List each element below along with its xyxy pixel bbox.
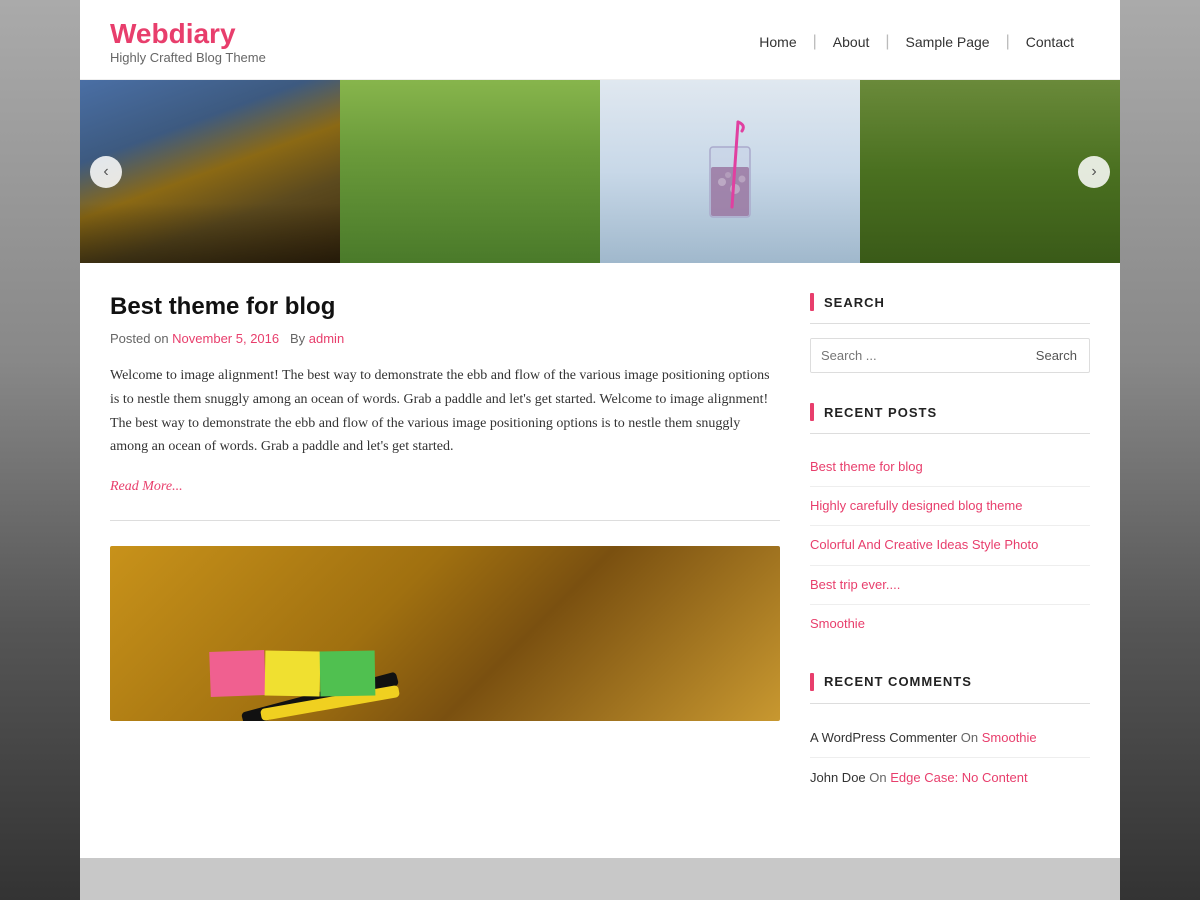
slider-prev-button[interactable]: ‹ bbox=[90, 156, 122, 188]
read-more-link[interactable]: Read More... bbox=[110, 479, 183, 494]
article-1-date[interactable]: November 5, 2016 bbox=[172, 331, 279, 346]
search-widget: SEARCH Search bbox=[810, 293, 1090, 373]
comment-2-author: John Doe bbox=[810, 770, 866, 785]
drink-svg bbox=[700, 117, 760, 227]
main-nav: Home | About | Sample Page | Contact bbox=[743, 33, 1090, 51]
recent-post-item-1: Best theme for blog bbox=[810, 448, 1090, 487]
chevron-left-icon: ‹ bbox=[103, 163, 108, 181]
search-widget-title: SEARCH bbox=[810, 293, 1090, 324]
nav-contact[interactable]: Contact bbox=[1010, 34, 1090, 50]
article-1-title: Best theme for blog bbox=[110, 293, 780, 321]
search-button[interactable]: Search bbox=[1024, 339, 1089, 372]
sticky-note-pink bbox=[209, 650, 266, 697]
content-area: Best theme for blog Posted on November 5… bbox=[80, 263, 1120, 858]
slider-next-button[interactable]: › bbox=[1078, 156, 1110, 188]
recent-post-item-3: Colorful And Creative Ideas Style Photo bbox=[810, 526, 1090, 565]
slider-images bbox=[80, 80, 1120, 263]
recent-post-item-5: Smoothie bbox=[810, 605, 1090, 643]
article-1-meta: Posted on November 5, 2016 By admin bbox=[110, 331, 780, 346]
by-label: By bbox=[290, 331, 305, 346]
recent-comments-title: RECENT COMMENTS bbox=[810, 673, 1090, 704]
recent-post-link-3[interactable]: Colorful And Creative Ideas Style Photo bbox=[810, 537, 1038, 552]
comment-1-on: On bbox=[961, 730, 982, 745]
sidebar: SEARCH Search RECENT POSTS Best theme fo… bbox=[810, 293, 1090, 828]
posted-on-label: Posted on bbox=[110, 331, 169, 346]
recent-post-item-4: Best trip ever.... bbox=[810, 566, 1090, 605]
article-1-body: Welcome to image alignment! The best way… bbox=[110, 364, 780, 459]
main-content: Best theme for blog Posted on November 5… bbox=[110, 293, 780, 828]
recent-comments-list: A WordPress Commenter On Smoothie John D… bbox=[810, 718, 1090, 798]
site-branding: Webdiary Highly Crafted Blog Theme bbox=[110, 18, 266, 65]
recent-post-link-1[interactable]: Best theme for blog bbox=[810, 459, 923, 474]
nav-about[interactable]: About bbox=[817, 34, 886, 50]
slider-image-2 bbox=[340, 80, 600, 263]
comment-1-author: A WordPress Commenter bbox=[810, 730, 957, 745]
recent-post-link-4[interactable]: Best trip ever.... bbox=[810, 577, 900, 592]
recent-post-link-2[interactable]: Highly carefully designed blog theme bbox=[810, 498, 1022, 513]
nav-home[interactable]: Home bbox=[743, 34, 812, 50]
sticky-note-green bbox=[320, 651, 376, 697]
comment-2-post-link[interactable]: Edge Case: No Content bbox=[890, 770, 1027, 785]
chevron-right-icon: › bbox=[1091, 163, 1096, 181]
slide-drink-image bbox=[600, 80, 860, 263]
article-1: Best theme for blog Posted on November 5… bbox=[110, 293, 780, 495]
page-wrapper: Webdiary Highly Crafted Blog Theme Home … bbox=[80, 0, 1120, 858]
recent-comment-item-1: A WordPress Commenter On Smoothie bbox=[810, 718, 1090, 759]
recent-comments-widget: RECENT COMMENTS A WordPress Commenter On… bbox=[810, 673, 1090, 798]
site-header: Webdiary Highly Crafted Blog Theme Home … bbox=[80, 0, 1120, 80]
article-1-author[interactable]: admin bbox=[309, 331, 344, 346]
search-form: Search bbox=[810, 338, 1090, 373]
site-title[interactable]: Webdiary bbox=[110, 18, 236, 49]
sticky-note-yellow bbox=[265, 651, 321, 697]
recent-comment-item-2: John Doe On Edge Case: No Content bbox=[810, 758, 1090, 798]
article-2-image bbox=[110, 546, 780, 721]
slider-image-3 bbox=[600, 80, 860, 263]
comment-2-on: On bbox=[869, 770, 890, 785]
recent-post-item-2: Highly carefully designed blog theme bbox=[810, 487, 1090, 526]
article-divider bbox=[110, 520, 780, 521]
hero-slider: ‹ › bbox=[80, 80, 1120, 263]
nav-sample[interactable]: Sample Page bbox=[890, 34, 1006, 50]
site-tagline: Highly Crafted Blog Theme bbox=[110, 50, 266, 65]
recent-post-link-5[interactable]: Smoothie bbox=[810, 616, 865, 631]
recent-posts-widget: RECENT POSTS Best theme for blog Highly … bbox=[810, 403, 1090, 643]
recent-posts-title: RECENT POSTS bbox=[810, 403, 1090, 434]
recent-posts-list: Best theme for blog Highly carefully des… bbox=[810, 448, 1090, 643]
comment-1-post-link[interactable]: Smoothie bbox=[982, 730, 1037, 745]
article-2 bbox=[110, 546, 780, 721]
search-input[interactable] bbox=[811, 339, 1024, 372]
slide-girl-image bbox=[340, 80, 600, 263]
